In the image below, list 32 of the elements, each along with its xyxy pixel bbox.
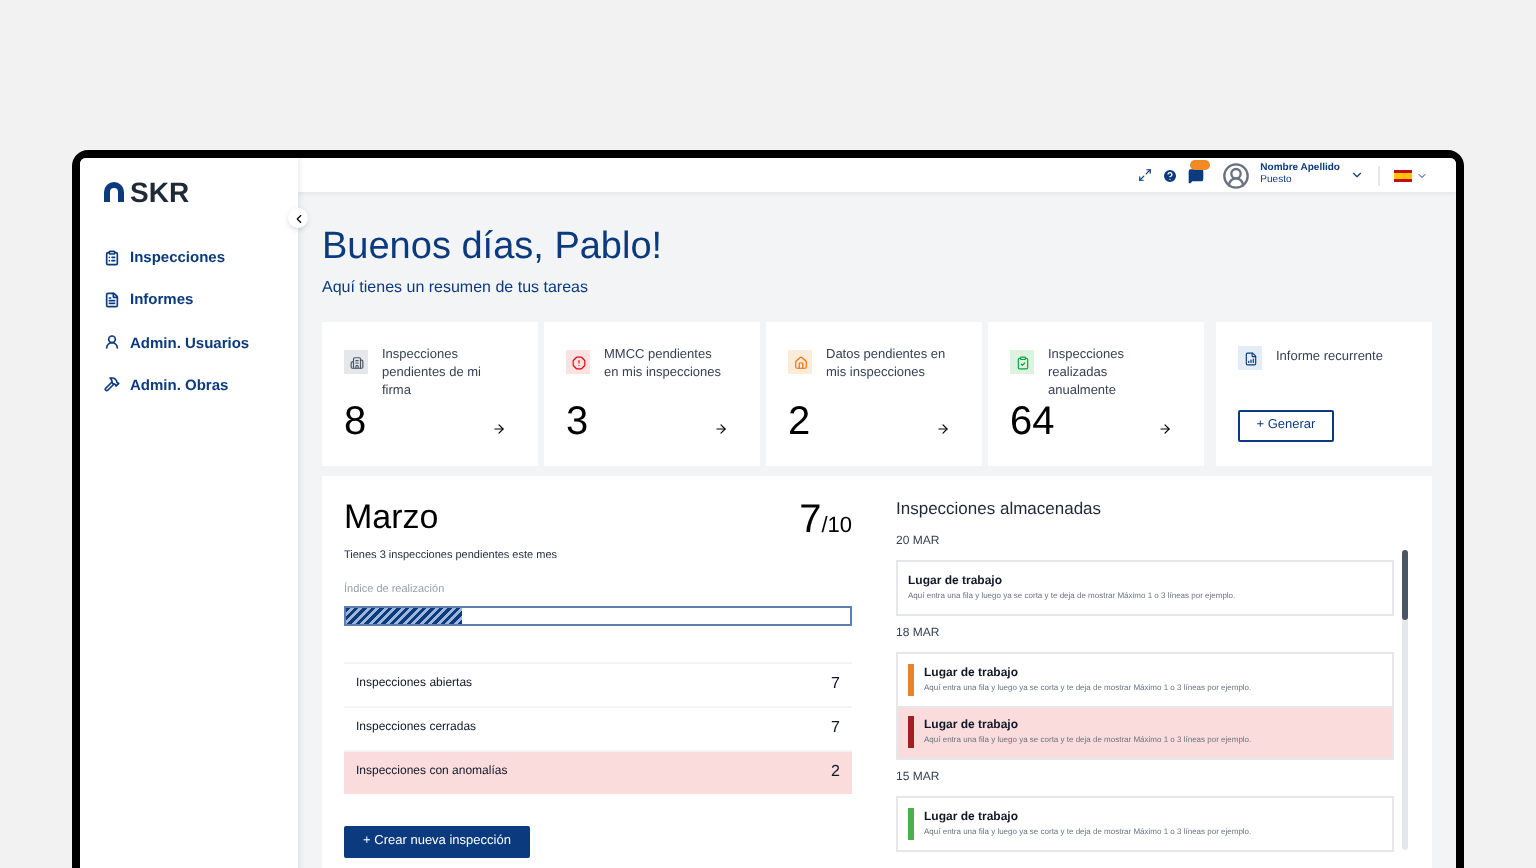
- logo-icon: [104, 182, 124, 202]
- row-value: 2: [831, 760, 840, 784]
- flag-icon[interactable]: [1394, 169, 1412, 181]
- row-value: 7: [831, 672, 840, 696]
- avatar-icon[interactable]: [1222, 161, 1251, 189]
- arrow-icon: [714, 422, 728, 436]
- nav-icon: [104, 249, 120, 266]
- greeting-title: Buenos días, Pablo!: [322, 228, 665, 266]
- collapse-button[interactable]: [288, 208, 308, 228]
- nav-icon: [104, 376, 120, 393]
- chevron-icon[interactable]: [1350, 168, 1364, 182]
- card-value: 8: [344, 402, 367, 442]
- chevron-icon: [291, 211, 305, 225]
- expand-icon[interactable]: [1138, 168, 1153, 182]
- card-value: 64: [1010, 402, 1055, 442]
- greeting-subtitle: Aquí tienes un resumen de tus tareas: [322, 276, 590, 300]
- notification-badge: [1190, 159, 1211, 169]
- arrow-icon: [1158, 422, 1172, 436]
- month-score: 7/10: [799, 500, 852, 540]
- help-icon[interactable]: [1162, 167, 1179, 183]
- stored-title: Inspecciones almacenadas: [896, 496, 1104, 522]
- month-title: Marzo: [344, 500, 439, 534]
- nav-icon: [104, 334, 120, 351]
- arrow-icon: [492, 422, 506, 436]
- arrow-icon: [936, 422, 950, 436]
- row-value: 7: [831, 716, 840, 740]
- card-value: 2: [788, 402, 811, 442]
- chat-icon[interactable]: [1188, 167, 1205, 183]
- logo-text: SKR: [130, 178, 190, 206]
- nav-icon: [104, 291, 120, 308]
- card-value: 3: [566, 402, 589, 442]
- card-icon: [1238, 346, 1262, 370]
